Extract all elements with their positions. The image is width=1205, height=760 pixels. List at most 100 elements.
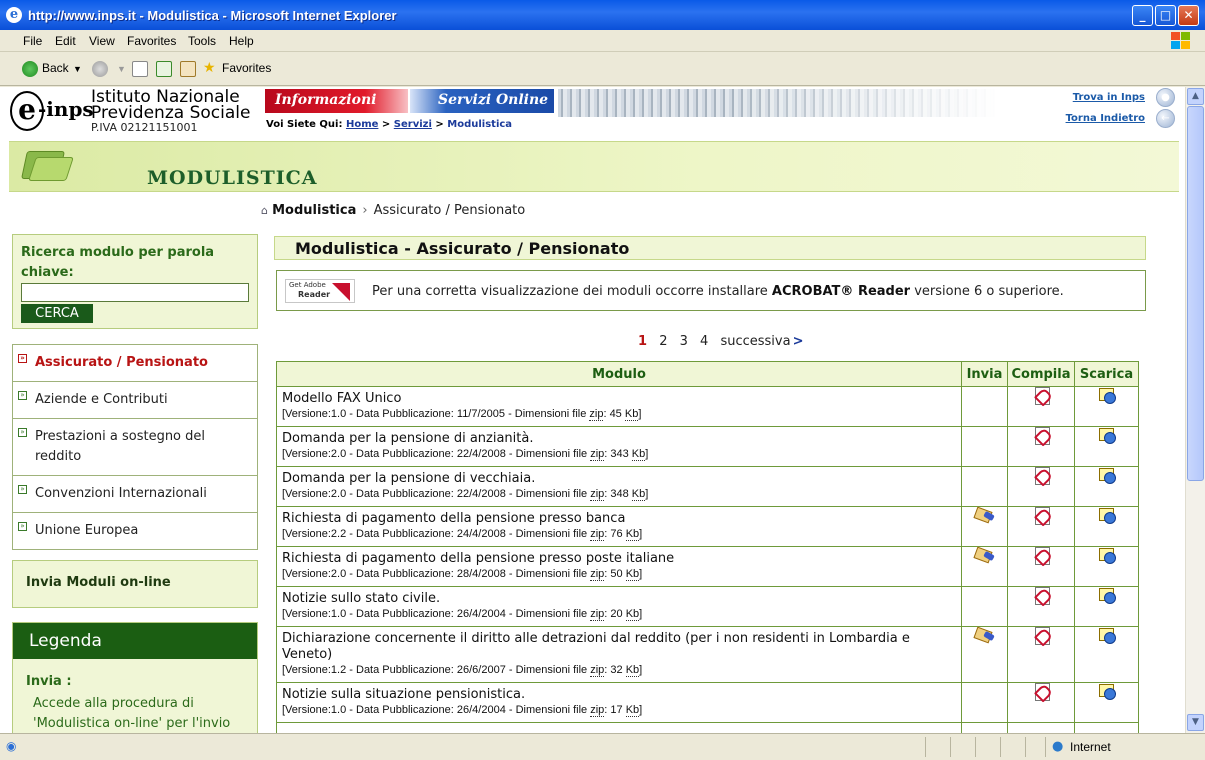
search-globe-icon[interactable]: ● [1156,88,1175,107]
pdf-icon[interactable] [1034,683,1050,701]
pdf-icon[interactable] [1034,587,1050,605]
module-title[interactable]: Modello FAX Unico [282,391,957,407]
page-breadcrumb: ⌂ Modulistica › Assicurato / Pensionato [261,203,525,218]
meta-versione-label: [Versione: [282,448,331,460]
download-icon[interactable] [1098,627,1116,644]
bullet-icon: » [18,485,27,494]
module-cell: Notizie sulla situazione pensionistica.[… [276,682,962,723]
download-icon[interactable] [1098,387,1116,404]
download-icon[interactable] [1098,587,1116,604]
invia-moduli-online-link[interactable]: Invia Moduli on-line [12,560,258,608]
module-title[interactable]: Richiesta di pagamento della pensione pr… [282,511,957,527]
maximize-button[interactable]: □ [1155,5,1176,26]
menu-edit[interactable]: Edit [55,34,76,48]
vertical-scrollbar[interactable]: ▲ ▼ [1185,87,1205,733]
meta-dim-label: - Dimensioni file [505,704,591,716]
refresh-icon[interactable] [156,61,172,77]
meta-size: 343 [610,448,629,460]
title-bar: e http://www.inps.it - Modulistica - Mic… [0,0,1205,30]
module-title[interactable]: Notizie sulla situazione pensionistica. [282,687,957,703]
forward-arrow-icon[interactable] [92,61,108,77]
nav-item-assicurato[interactable]: » Assicurato / Pensionato [13,345,257,382]
compila-cell [1007,682,1075,723]
pdf-icon[interactable] [1034,427,1050,445]
module-title[interactable]: Notizie sullo stato civile. [282,591,957,607]
forward-dropdown-icon[interactable]: ▼ [117,64,126,74]
nav-item-convenzioni[interactable]: » Convenzioni Internazionali [13,476,257,513]
adobe-logo-small-text: Get Adobe [289,281,326,289]
torna-indietro-link[interactable]: Torna Indietro [1066,113,1145,124]
tab-informazioni[interactable]: Informazioni [265,89,408,113]
crumb-servizi-link[interactable]: Servizi [394,119,432,130]
next-arrow-icon[interactable]: > [793,334,804,349]
menu-tools[interactable]: Tools [188,34,216,48]
scroll-thumb[interactable] [1187,106,1204,481]
back-button[interactable]: Back [42,61,69,75]
stop-icon[interactable] [132,61,148,77]
close-button[interactable]: ✕ [1178,5,1199,26]
compila-cell [1007,506,1075,547]
next-page-link[interactable]: successiva [720,334,790,349]
search-input[interactable] [21,283,249,302]
meta-close: ] [639,528,643,540]
page-4[interactable]: 4 [700,334,708,349]
module-title[interactable]: Richiesta di pagamento della pensione pr… [282,551,957,567]
meta-data: 26/6/2007 [456,664,506,676]
meta-zip: zip [590,608,605,621]
compila-cell [1007,386,1075,427]
inps-logo-text[interactable]: -inps [38,97,94,121]
crumb-modulistica[interactable]: Modulistica [272,203,356,218]
cerca-button[interactable]: CERCA [21,304,93,323]
page-2[interactable]: 2 [659,334,667,349]
invia-cell [961,426,1008,467]
back-circle-icon[interactable]: ← [1156,109,1175,128]
nav-item-aziende[interactable]: » Aziende e Contributi [13,382,257,419]
meta-data-label: - Data Pubblicazione: [346,568,457,580]
trova-in-inps-link[interactable]: Trova in Inps [1073,92,1145,103]
download-icon[interactable] [1098,547,1116,564]
scroll-down-icon[interactable]: ▼ [1187,714,1204,731]
download-icon[interactable] [1098,507,1116,524]
pdf-icon[interactable] [1034,467,1050,485]
download-icon[interactable] [1098,467,1116,484]
menu-file[interactable]: File [23,34,42,48]
meta-versione-label: [Versione: [282,528,331,540]
back-arrow-icon[interactable] [22,61,38,77]
page-1[interactable]: 1 [638,334,647,349]
crumb-home-link[interactable]: Home [346,119,378,130]
send-online-icon[interactable] [974,627,996,643]
invia-cell [961,506,1008,547]
get-adobe-reader-icon[interactable]: Get Adobe Reader [285,279,355,303]
home-small-icon[interactable]: ⌂ [261,204,268,217]
download-icon[interactable] [1098,683,1116,700]
meta-kb: Kb [624,408,639,421]
send-online-icon[interactable] [974,547,996,563]
minimize-button[interactable]: _ [1132,5,1153,26]
pdf-icon[interactable] [1034,627,1050,645]
meta-kb: Kb [625,704,640,717]
tab-servizi-online[interactable]: Servizi Online [410,89,554,113]
menu-favorites[interactable]: Favorites [127,34,176,48]
module-title[interactable]: Domanda per la pensione di anzianità. [282,431,957,447]
menu-help[interactable]: Help [229,34,254,48]
favorites-button[interactable]: Favorites [222,61,271,75]
bullet-icon: » [18,428,27,437]
web-page: e -inps Istituto Nazionale Previdenza So… [0,87,1185,733]
pdf-icon[interactable] [1034,507,1050,525]
favorites-star-icon[interactable]: ★ [203,59,216,76]
send-online-icon[interactable] [974,507,996,523]
download-icon[interactable] [1098,427,1116,444]
legenda-invia-text: Accede alla procedura di 'Modulistica on… [33,696,231,731]
nav-item-unione-europea[interactable]: » Unione Europea [13,513,257,549]
menu-view[interactable]: View [89,34,115,48]
nav-item-prestazioni[interactable]: » Prestazioni a sostegno del reddito [13,419,257,476]
scroll-up-icon[interactable]: ▲ [1187,88,1204,105]
page-3[interactable]: 3 [680,334,688,349]
meta-data: 26/4/2004 [456,608,506,620]
module-title[interactable]: Dichiarazione concernente il diritto all… [282,631,957,663]
home-icon[interactable] [180,61,196,77]
pdf-icon[interactable] [1034,547,1050,565]
pdf-icon[interactable] [1034,387,1050,405]
module-title[interactable]: Domanda per la pensione di vecchiaia. [282,471,957,487]
back-dropdown-icon[interactable]: ▼ [73,64,82,74]
